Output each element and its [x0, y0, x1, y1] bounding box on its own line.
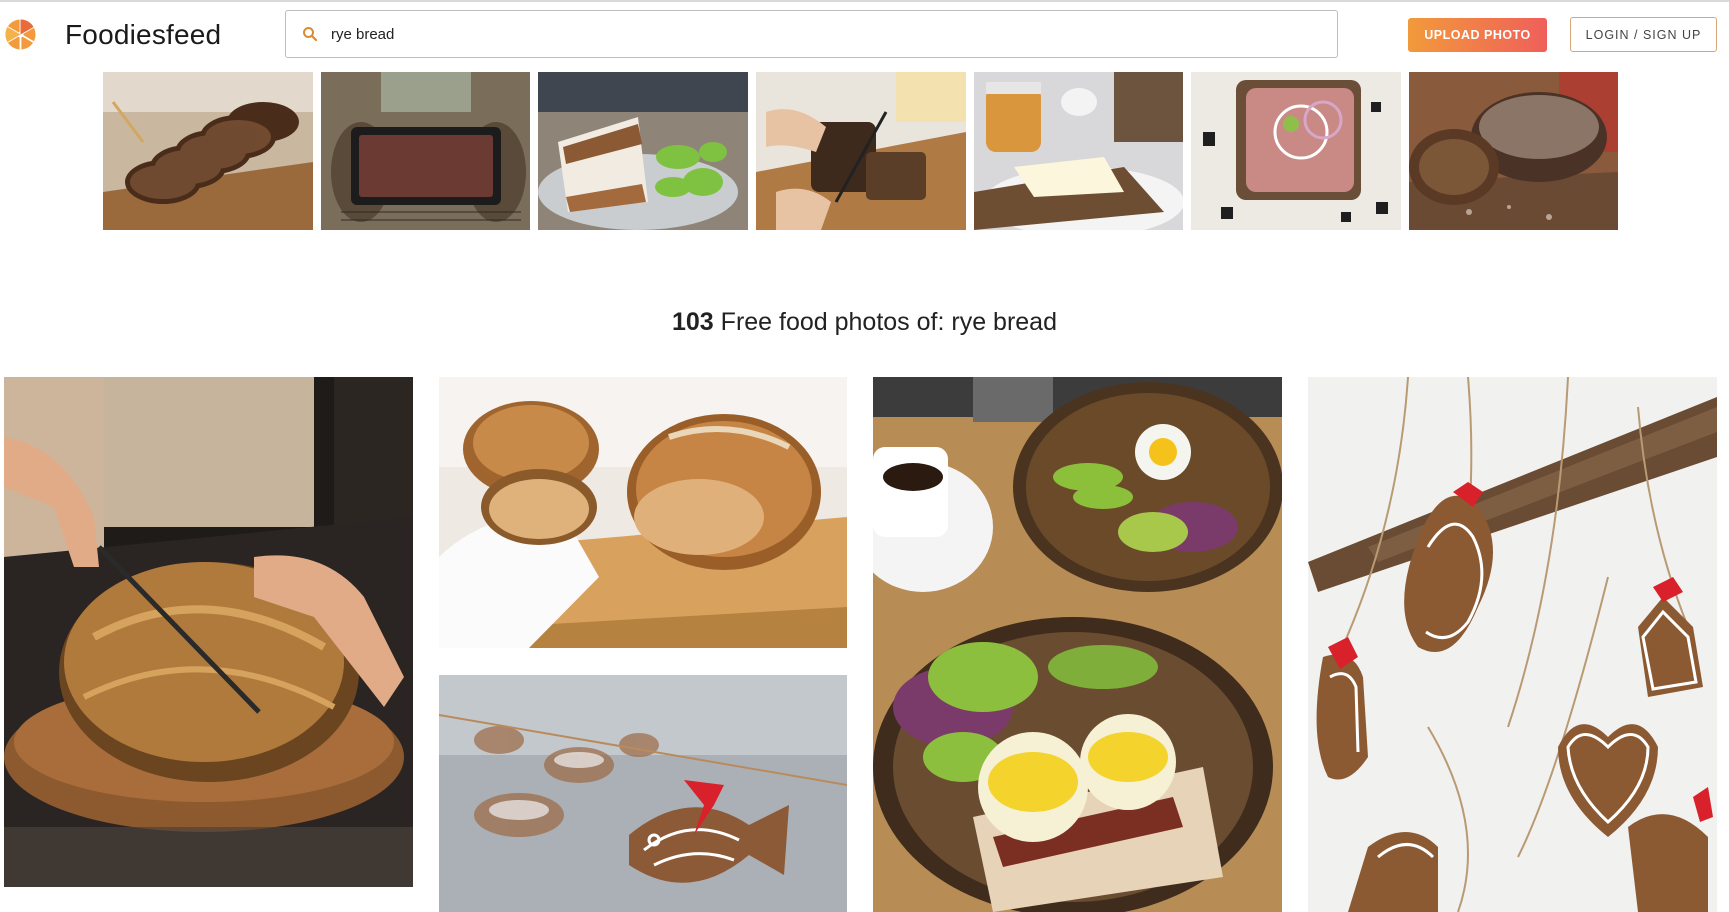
thumbnail-rye-sandwich-apples[interactable] — [538, 72, 748, 230]
thumbnail-open-sandwich-roast-beef[interactable] — [1191, 72, 1401, 230]
results-heading: 103 Free food photos of: rye bread — [0, 308, 1729, 337]
login-signup-button[interactable]: LOGIN / SIGN UP — [1570, 17, 1717, 52]
thumbnail-rye-honey-butter[interactable] — [974, 72, 1183, 230]
thumbnail-slicing-dark-rye[interactable] — [756, 72, 966, 230]
upload-photo-button[interactable]: UPLOAD PHOTO — [1408, 18, 1547, 52]
search-bar[interactable] — [285, 10, 1338, 58]
photo-sourdough-loaves[interactable] — [439, 377, 847, 648]
search-icon — [303, 27, 318, 42]
photo-cutting-sourdough[interactable] — [4, 377, 413, 887]
brand-name[interactable]: Foodiesfeed — [65, 18, 221, 52]
results-label: Free food photos of: rye bread — [720, 308, 1057, 336]
photo-eggs-benedict[interactable] — [873, 377, 1282, 912]
thumbnail-rye-in-pan[interactable] — [321, 72, 530, 230]
related-photos-strip — [103, 72, 1618, 230]
photo-gingerbread-ornaments[interactable] — [1308, 377, 1717, 912]
results-count: 103 — [672, 308, 714, 336]
thumbnail-sliced-rye[interactable] — [103, 72, 313, 230]
search-input[interactable] — [331, 21, 1311, 47]
photo-gingerbread-fish[interactable] — [439, 675, 847, 912]
thumbnail-rustic-rye-loaf[interactable] — [1409, 72, 1618, 230]
foodiesfeed-logo-icon[interactable] — [4, 18, 37, 51]
top-border — [0, 0, 1729, 2]
